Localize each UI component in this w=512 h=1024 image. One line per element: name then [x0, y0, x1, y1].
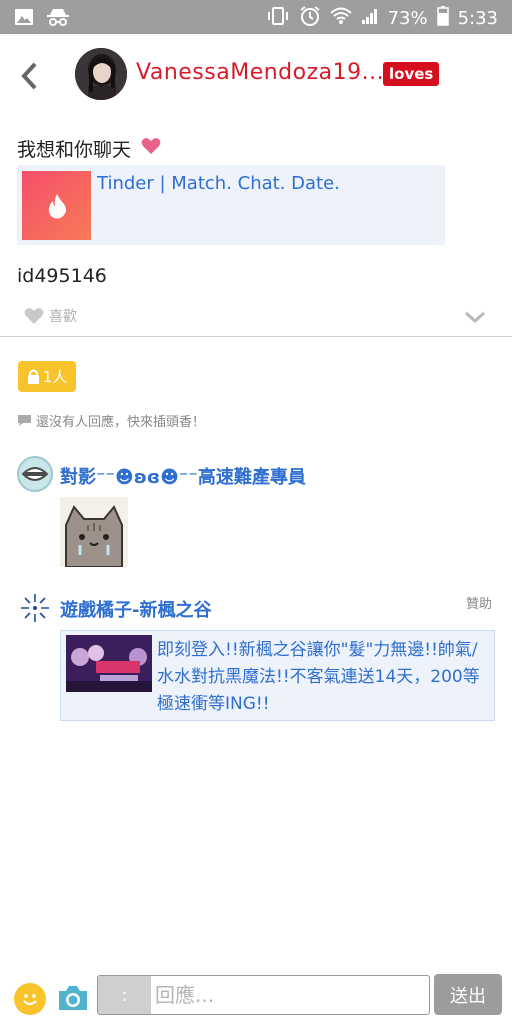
board-tag-badge[interactable]: loves [383, 62, 440, 86]
reply-bar: : 送出 [0, 968, 512, 1024]
empty-hint-text: 還沒有人回應，快來插頭香！ [36, 415, 206, 430]
lock-icon [27, 369, 39, 384]
divider [0, 336, 512, 337]
wifi-icon [329, 7, 352, 30]
post-header: VanessaMendoza19... loves [0, 34, 512, 116]
commenter-avatar[interactable] [17, 456, 53, 492]
post-text: 我想和你聊天 [17, 135, 161, 162]
camera-button[interactable] [57, 983, 89, 1013]
expand-button[interactable] [463, 308, 487, 326]
battery-icon [436, 6, 449, 31]
smiley-icon [23, 994, 37, 1006]
send-button[interactable]: 送出 [434, 974, 502, 1015]
incognito-icon [46, 7, 70, 31]
reply-input-wrapper: : [97, 975, 430, 1015]
input-prefix[interactable]: : [98, 976, 151, 1014]
signal-icon [361, 7, 379, 30]
sponsored-label: 贊助 [466, 597, 493, 612]
lock-badge-label: 1人 [42, 368, 68, 386]
sponsor-name[interactable]: 遊戲橘子-新楓之谷 [60, 596, 211, 622]
username[interactable]: VanessaMendoza19... [136, 60, 384, 85]
sponsored-card[interactable]: 即刻登入!!新楓之谷讓你"髮"力無邊!!帥氣/水水對抗黑魔法!!不客氣連送14天… [60, 630, 495, 721]
commenter-name[interactable]: 對影⁻⁻☻ʚɞ☻⁻⁻高速難產專員 [60, 463, 306, 489]
link-title[interactable]: Tinder | Match. Chat. Date. [97, 173, 340, 194]
avatar[interactable] [75, 48, 127, 100]
link-thumbnail [22, 171, 91, 240]
ad-thumbnail [66, 635, 152, 692]
chevron-down-icon [465, 311, 485, 324]
post-id-text: id495146 [17, 265, 107, 287]
sponsor-logo-icon[interactable] [19, 592, 51, 624]
battery-percent: 73% [387, 8, 428, 29]
comment-bubble-icon [18, 415, 31, 426]
reply-input[interactable] [155, 976, 425, 1014]
status-bar: 73% 5:33 [0, 0, 512, 34]
camera-icon [59, 986, 87, 1010]
heart-icon [141, 137, 161, 160]
chevron-left-icon [21, 62, 37, 90]
post-text-content: 我想和你聊天 [17, 139, 132, 161]
vibrate-icon [266, 6, 290, 31]
like-label: 喜歡 [49, 309, 77, 325]
empty-comments-hint: 還沒有人回應，快來插頭香！ [17, 411, 205, 430]
alarm-icon [299, 5, 321, 32]
image-icon [14, 8, 34, 30]
clock: 5:33 [457, 8, 498, 29]
lock-badge[interactable]: 1人 [18, 361, 76, 392]
flame-icon [48, 193, 66, 219]
pusheen-cat-sticker[interactable] [60, 497, 128, 568]
back-button[interactable] [14, 58, 44, 94]
heart-outline-icon [24, 308, 44, 324]
link-preview-card[interactable]: Tinder | Match. Chat. Date. [17, 165, 445, 245]
emoji-button[interactable] [14, 983, 46, 1015]
like-button[interactable]: 喜歡 [24, 306, 77, 326]
eye-icon [21, 467, 49, 481]
sponsored-text[interactable]: 即刻登入!!新楓之谷讓你"髮"力無邊!!帥氣/水水對抗黑魔法!!不客氣連送14天… [157, 637, 489, 718]
